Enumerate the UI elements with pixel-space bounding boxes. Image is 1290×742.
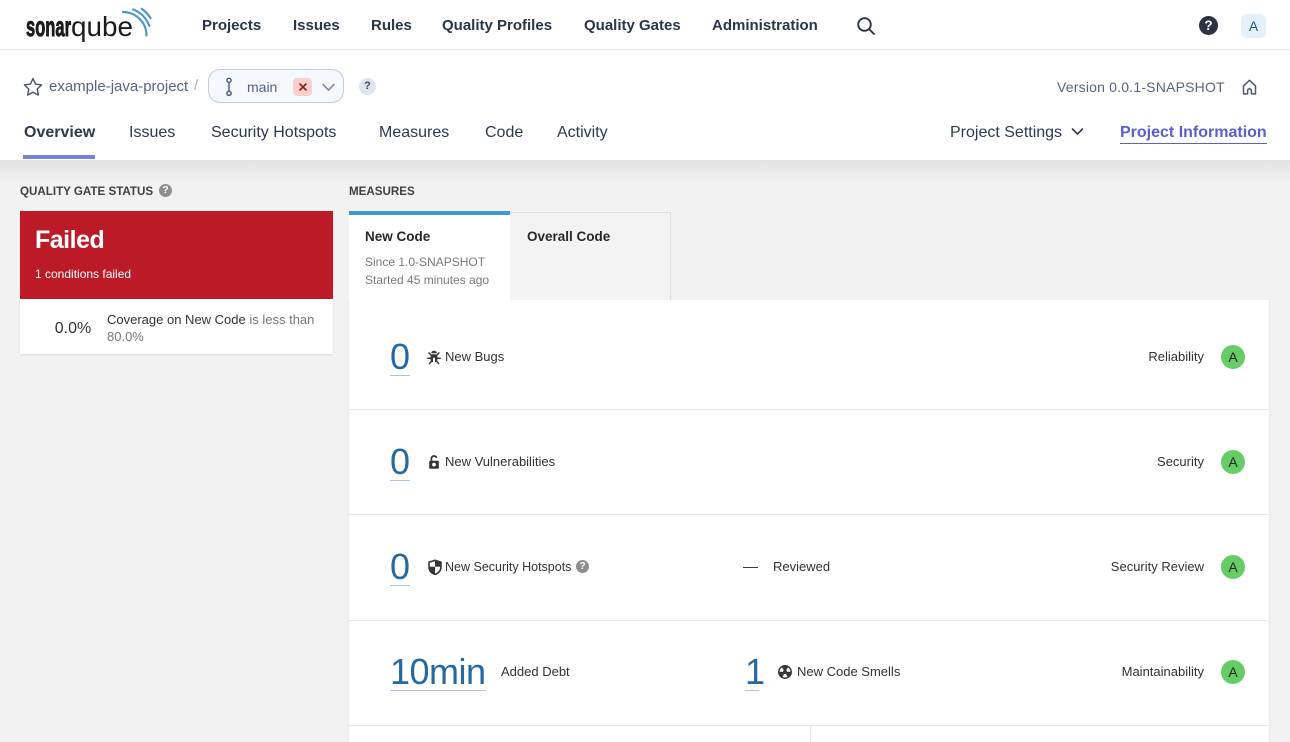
- svg-text:sonar: sonar: [26, 11, 71, 42]
- svg-text:qube: qube: [71, 11, 133, 42]
